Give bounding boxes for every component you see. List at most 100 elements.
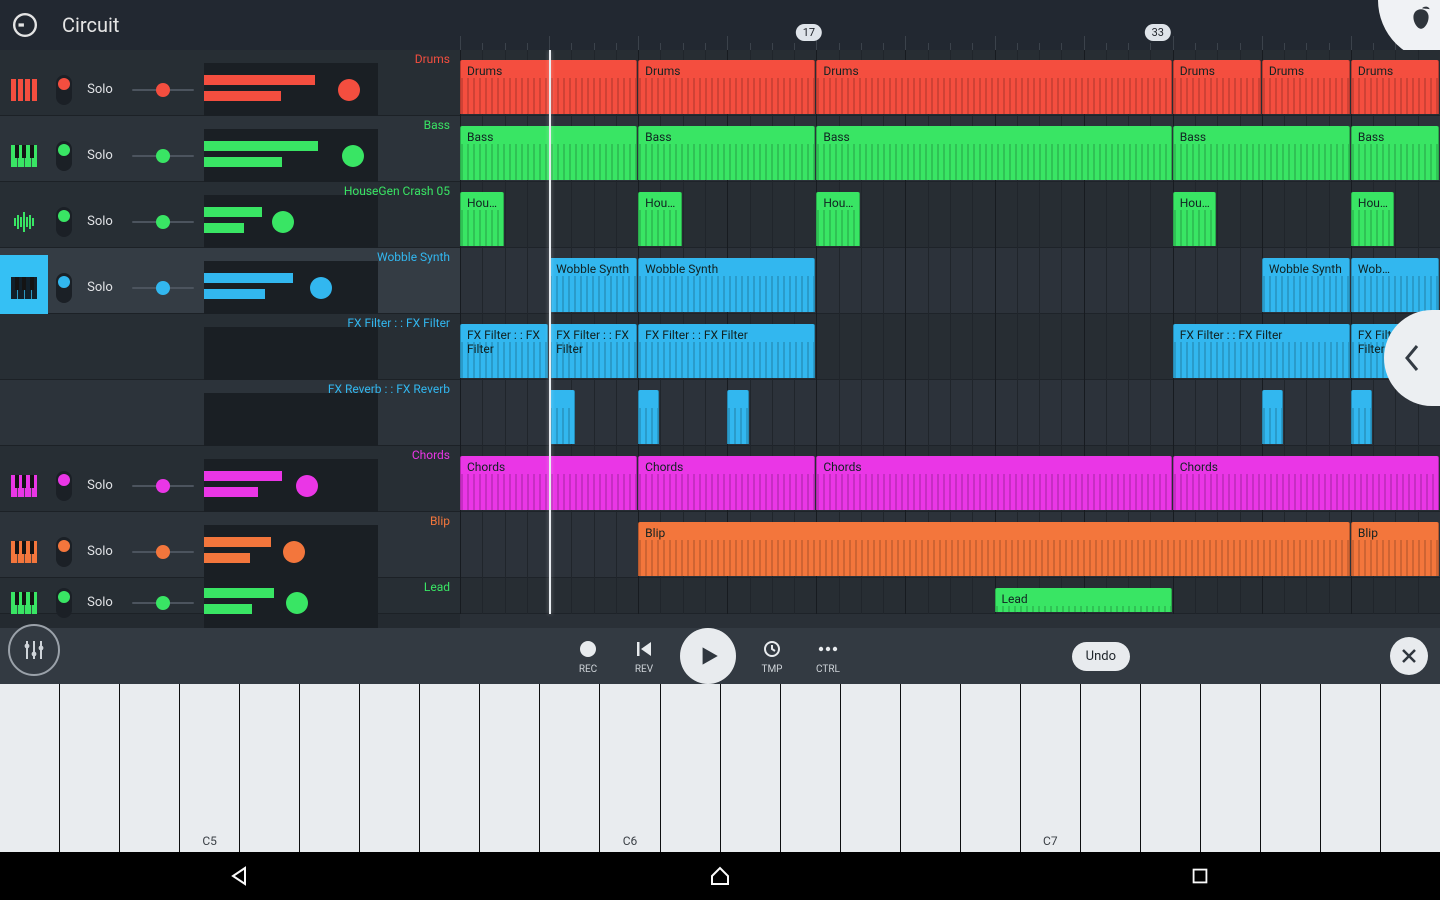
white-key[interactable] xyxy=(120,684,180,852)
solo-button[interactable]: Solo xyxy=(80,595,120,610)
volume-slider[interactable] xyxy=(210,594,372,612)
solo-button[interactable]: Solo xyxy=(80,148,120,163)
white-key[interactable] xyxy=(1321,684,1381,852)
clip[interactable] xyxy=(727,390,748,444)
clip[interactable]: FX Filter : : FX Filter xyxy=(638,324,815,378)
clip[interactable]: Wobble Synth xyxy=(638,258,815,312)
white-key[interactable] xyxy=(300,684,360,852)
arrangement-grid[interactable]: DrumsDrumsDrumsDrumsDrumsDrumsBassBassBa… xyxy=(460,50,1440,628)
track-row-crash[interactable]: HouseGen Crash 05Solo xyxy=(0,182,460,248)
solo-button[interactable]: Solo xyxy=(80,82,120,97)
clip[interactable]: Hou… xyxy=(638,192,682,246)
track-instrument-icon[interactable] xyxy=(0,585,48,620)
play-button[interactable] xyxy=(680,628,736,684)
clip[interactable] xyxy=(549,390,575,444)
track-instrument-icon[interactable] xyxy=(0,387,48,452)
project-title[interactable]: Circuit xyxy=(62,13,119,37)
clip[interactable]: Drums xyxy=(1262,60,1350,114)
clip[interactable]: Wobble Synth xyxy=(549,258,637,312)
track-instrument-icon[interactable] xyxy=(0,123,48,188)
mixer-button[interactable] xyxy=(8,624,60,676)
track-row-chords[interactable]: ChordsSolo xyxy=(0,446,460,512)
solo-button[interactable]: Solo xyxy=(80,544,120,559)
white-key[interactable] xyxy=(240,684,300,852)
ctrl-button[interactable]: CTRL xyxy=(800,638,856,675)
clip[interactable]: Chords xyxy=(638,456,815,510)
volume-slider[interactable] xyxy=(210,543,372,561)
track-instrument-icon[interactable] xyxy=(0,519,48,584)
mute-toggle[interactable] xyxy=(56,471,72,501)
clip[interactable]: Drums xyxy=(638,60,815,114)
track-row-lead[interactable]: LeadSolo xyxy=(0,578,460,614)
clip[interactable]: Drums xyxy=(1173,60,1261,114)
clip[interactable]: Wobble Synth xyxy=(1262,258,1350,312)
white-key[interactable] xyxy=(721,684,781,852)
clip[interactable]: Bass xyxy=(638,126,815,180)
clip[interactable]: Chords xyxy=(1173,456,1439,510)
track-row-fxrev[interactable]: FX Reverb : : FX ReverbSolo xyxy=(0,380,460,446)
menu-button[interactable] xyxy=(0,0,50,50)
clip[interactable]: Drums xyxy=(1351,60,1439,114)
mute-toggle[interactable] xyxy=(56,273,72,303)
clip[interactable]: Bass xyxy=(1173,126,1350,180)
clip[interactable]: FX Filter : : FX Filter xyxy=(460,324,548,378)
mute-toggle[interactable] xyxy=(56,207,72,237)
white-key[interactable]: C6 xyxy=(600,684,660,852)
white-key[interactable] xyxy=(360,684,420,852)
clip[interactable]: Hou… xyxy=(460,192,504,246)
volume-slider[interactable] xyxy=(210,81,372,99)
clip[interactable] xyxy=(638,390,659,444)
clip[interactable]: Bass xyxy=(1351,126,1439,180)
clip[interactable]: Wob… xyxy=(1351,258,1439,312)
track-row-bass[interactable]: BassSolo xyxy=(0,116,460,182)
ruler-marker[interactable]: 33 xyxy=(1145,24,1171,41)
white-key[interactable] xyxy=(1081,684,1141,852)
pan-slider[interactable] xyxy=(132,543,194,561)
white-key[interactable] xyxy=(661,684,721,852)
clip[interactable]: Hou… xyxy=(1173,192,1217,246)
mute-toggle[interactable] xyxy=(56,75,72,105)
clip[interactable]: FX Filter : : FX Filter xyxy=(1173,324,1350,378)
white-key[interactable]: C7 xyxy=(1021,684,1081,852)
tempo-button[interactable]: TMP xyxy=(744,638,800,675)
volume-slider[interactable] xyxy=(210,477,372,495)
mute-toggle[interactable] xyxy=(56,537,72,567)
pan-slider[interactable] xyxy=(132,279,194,297)
volume-slider[interactable] xyxy=(210,213,372,231)
white-key[interactable] xyxy=(841,684,901,852)
clip[interactable]: Chords xyxy=(816,456,1171,510)
white-key[interactable] xyxy=(1261,684,1321,852)
back-button[interactable] xyxy=(226,862,254,890)
white-key[interactable]: C5 xyxy=(180,684,240,852)
white-key[interactable] xyxy=(420,684,480,852)
clip[interactable]: Bass xyxy=(816,126,1171,180)
track-instrument-icon[interactable] xyxy=(0,189,48,254)
white-key[interactable] xyxy=(480,684,540,852)
solo-button[interactable]: Solo xyxy=(80,214,120,229)
mute-toggle[interactable] xyxy=(56,141,72,171)
white-key[interactable] xyxy=(1381,684,1440,852)
pan-slider[interactable] xyxy=(132,147,194,165)
track-row-drums[interactable]: DrumsSolo xyxy=(0,50,460,116)
close-keyboard-button[interactable] xyxy=(1390,637,1428,675)
ruler[interactable]: 1733 xyxy=(460,0,1440,50)
track-row-blip[interactable]: BlipSolo xyxy=(0,512,460,578)
piano-keyboard[interactable]: C5 C6 C7 xyxy=(0,684,1440,852)
track-instrument-icon[interactable] xyxy=(0,321,48,386)
clip[interactable]: Blip xyxy=(638,522,1350,576)
white-key[interactable] xyxy=(1141,684,1201,852)
solo-button[interactable]: Solo xyxy=(80,478,120,493)
pan-slider[interactable] xyxy=(132,81,194,99)
clip[interactable]: Hou… xyxy=(816,192,860,246)
record-button[interactable]: REC xyxy=(560,638,616,675)
white-key[interactable] xyxy=(540,684,600,852)
ruler-marker[interactable]: 17 xyxy=(796,24,822,41)
white-key[interactable] xyxy=(781,684,841,852)
pan-slider[interactable] xyxy=(132,213,194,231)
track-row-fxfilt[interactable]: FX Filter : : FX FilterSolo xyxy=(0,314,460,380)
track-row-wobble[interactable]: Wobble SynthSolo xyxy=(0,248,460,314)
recents-button[interactable] xyxy=(1186,862,1214,890)
clip[interactable]: Blip xyxy=(1351,522,1439,576)
track-instrument-icon[interactable] xyxy=(0,453,48,518)
white-key[interactable] xyxy=(1201,684,1261,852)
